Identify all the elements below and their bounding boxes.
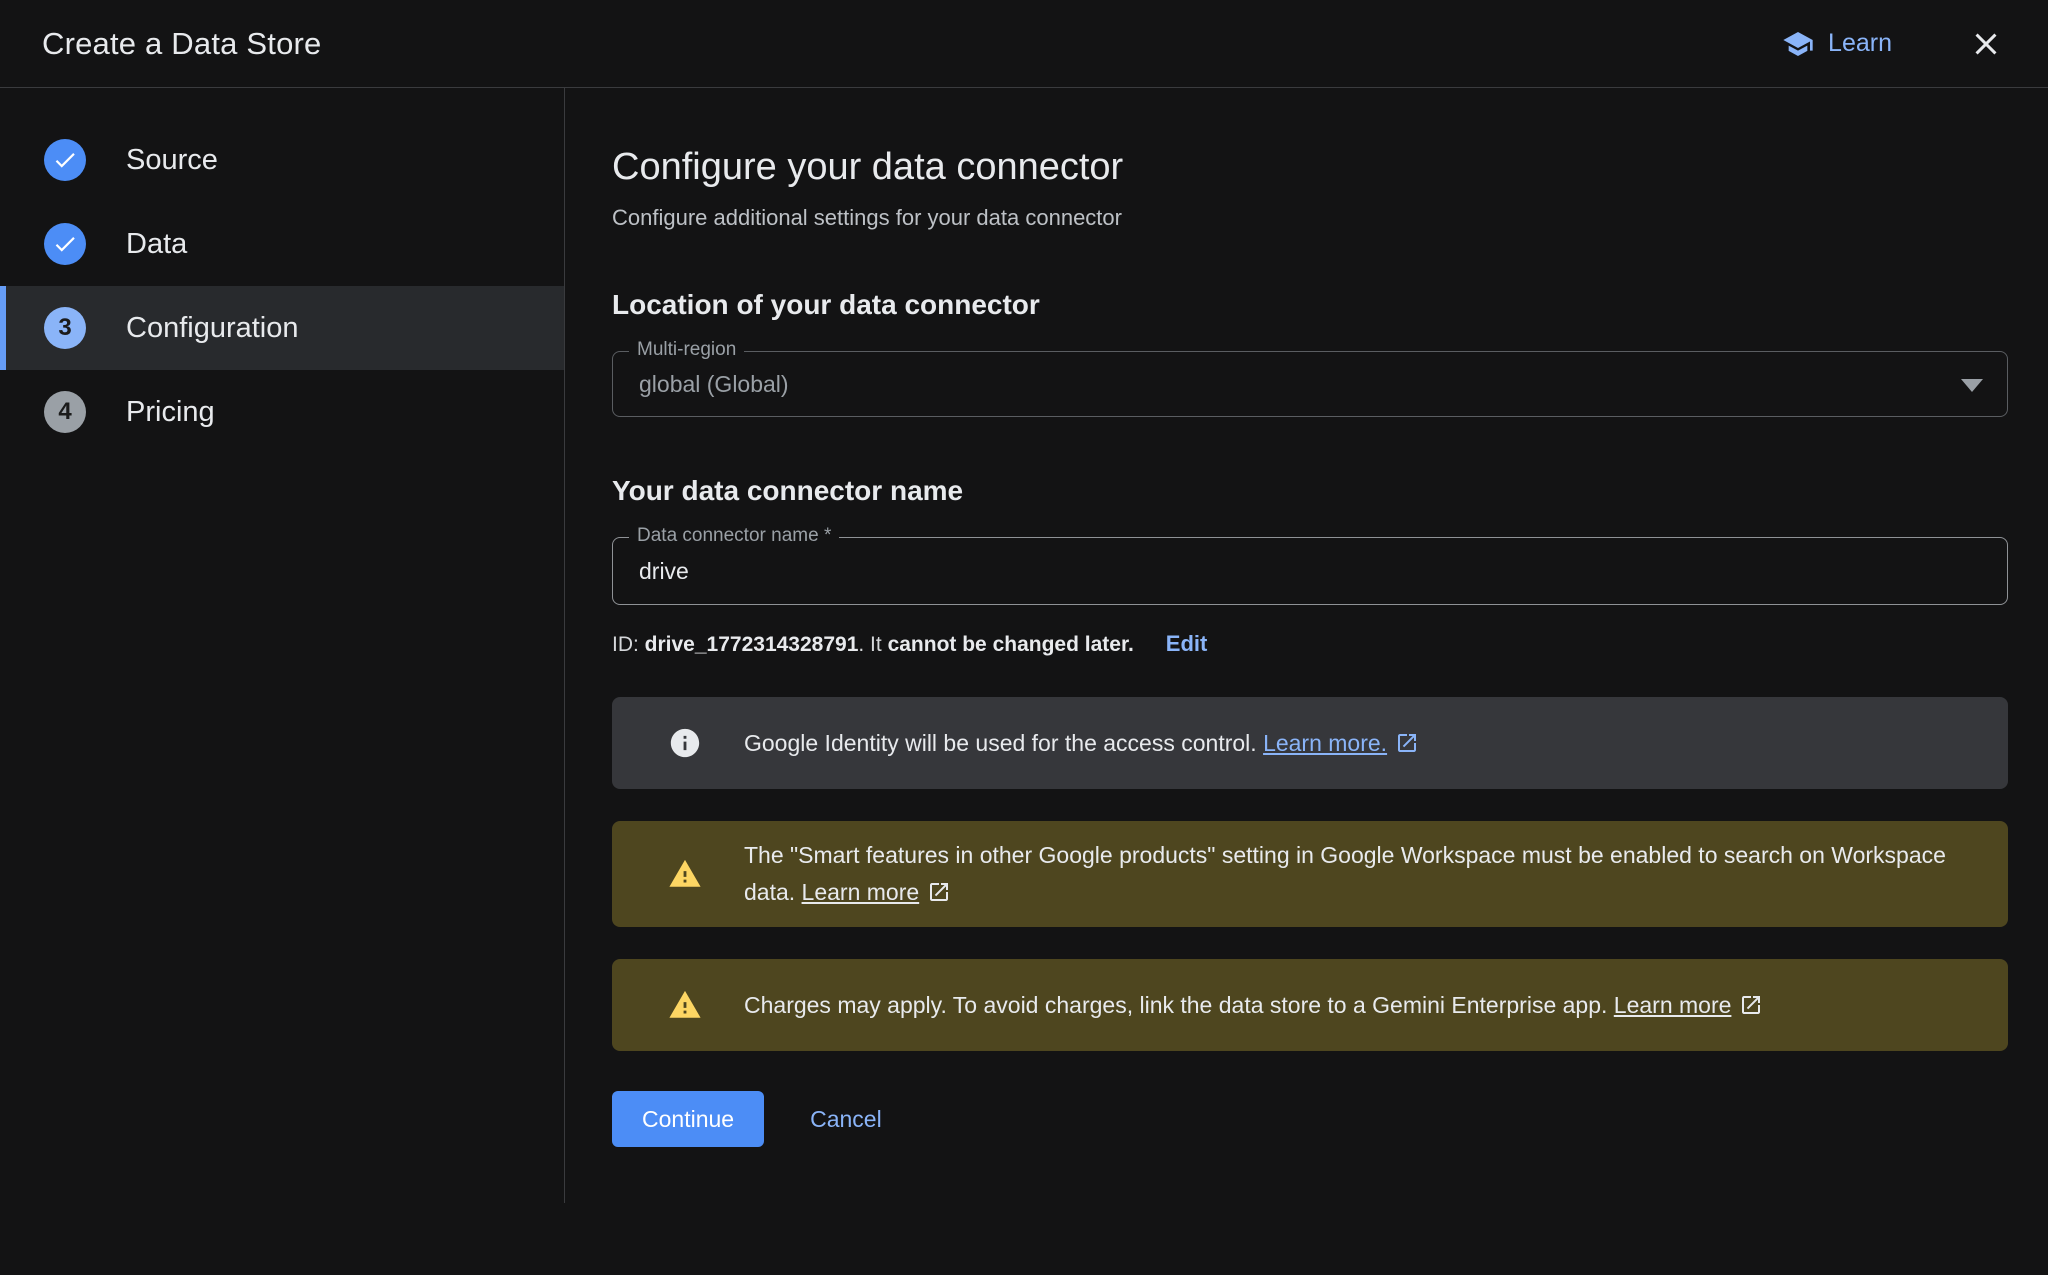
step-label-pricing: Pricing bbox=[126, 396, 215, 429]
chevron-down-icon bbox=[1961, 379, 1983, 392]
charges-warning-banner: Charges may apply. To avoid charges, lin… bbox=[612, 959, 2008, 1051]
step-pricing[interactable]: 4 Pricing bbox=[0, 370, 565, 454]
charges-learn-more-link[interactable]: Learn more bbox=[1614, 992, 1764, 1018]
step-data[interactable]: Data bbox=[0, 202, 565, 286]
warning-icon bbox=[668, 988, 702, 1022]
header-actions: Learn bbox=[1782, 22, 2008, 66]
connector-name-label: Data connector name * bbox=[629, 525, 839, 547]
info-banner-content: Google Identity will be used for the acc… bbox=[744, 725, 1419, 762]
page-heading: Configure your data connector bbox=[612, 146, 2008, 189]
step-source[interactable]: Source bbox=[0, 118, 565, 202]
school-icon bbox=[1782, 28, 1814, 60]
configuration-panel: Configure your data connector Configure … bbox=[565, 88, 2048, 1275]
page-subheading: Configure additional settings for your d… bbox=[612, 205, 2008, 231]
create-data-store-dialog: Create a Data Store Learn Source bbox=[0, 0, 2048, 1275]
charges-learn-more-label: Learn more bbox=[1614, 992, 1732, 1018]
step-label-data: Data bbox=[126, 228, 187, 261]
helper-mid: . It bbox=[858, 633, 887, 656]
region-select[interactable]: Multi-region global (Global) bbox=[612, 351, 2008, 417]
info-learn-more-link[interactable]: Learn more. bbox=[1263, 730, 1419, 756]
stepper: Source Data 3 Configuration 4 Pricing bbox=[0, 88, 565, 1275]
dialog-title: Create a Data Store bbox=[42, 26, 322, 62]
warning-icon bbox=[668, 857, 702, 891]
connector-id-helper: ID: drive_1772314328791. It cannot be ch… bbox=[612, 631, 2008, 657]
check-circle-icon bbox=[44, 223, 86, 265]
info-icon bbox=[668, 726, 702, 760]
region-select-label: Multi-region bbox=[629, 339, 744, 361]
step-label-configuration: Configuration bbox=[126, 312, 299, 345]
connector-name-field: Data connector name * bbox=[612, 537, 2008, 605]
workspace-learn-more-label: Learn more bbox=[802, 879, 920, 905]
step-configuration[interactable]: 3 Configuration bbox=[0, 286, 565, 370]
cancel-button[interactable]: Cancel bbox=[810, 1106, 882, 1133]
step-number-circle: 4 bbox=[44, 391, 86, 433]
dialog-header: Create a Data Store Learn bbox=[0, 0, 2048, 88]
info-banner: Google Identity will be used for the acc… bbox=[612, 697, 2008, 789]
continue-button[interactable]: Continue bbox=[612, 1091, 764, 1147]
edit-id-button[interactable]: Edit bbox=[1166, 631, 1208, 656]
workspace-warning-content: The "Smart features in other Google prod… bbox=[744, 837, 1968, 911]
external-link-icon bbox=[1395, 731, 1419, 755]
info-banner-text: Google Identity will be used for the acc… bbox=[744, 730, 1257, 756]
helper-prefix: ID: bbox=[612, 633, 645, 656]
close-button[interactable] bbox=[1964, 22, 2008, 66]
dialog-body: Source Data 3 Configuration 4 Pricing Co… bbox=[0, 88, 2048, 1275]
learn-label: Learn bbox=[1828, 29, 1892, 58]
external-link-icon bbox=[1739, 993, 1763, 1017]
connector-name-input[interactable] bbox=[639, 558, 1981, 585]
charges-warning-text: Charges may apply. To avoid charges, lin… bbox=[744, 992, 1607, 1018]
check-circle-icon bbox=[44, 139, 86, 181]
workspace-learn-more-link[interactable]: Learn more bbox=[802, 879, 952, 905]
region-select-value: global (Global) bbox=[639, 371, 789, 398]
external-link-icon bbox=[927, 880, 951, 904]
connector-id: drive_1772314328791 bbox=[645, 633, 859, 656]
learn-link[interactable]: Learn bbox=[1782, 28, 1892, 60]
location-section-title: Location of your data connector bbox=[612, 289, 2008, 321]
workspace-warning-banner: The "Smart features in other Google prod… bbox=[612, 821, 2008, 927]
close-icon bbox=[1968, 26, 2004, 62]
charges-warning-content: Charges may apply. To avoid charges, lin… bbox=[744, 987, 1763, 1024]
helper-bold: cannot be changed later. bbox=[888, 633, 1134, 656]
step-number-circle: 3 bbox=[44, 307, 86, 349]
name-section-title: Your data connector name bbox=[612, 475, 2008, 507]
action-bar: Continue Cancel bbox=[612, 1091, 2008, 1147]
info-learn-more-label: Learn more. bbox=[1263, 730, 1387, 756]
step-label-source: Source bbox=[126, 144, 218, 177]
